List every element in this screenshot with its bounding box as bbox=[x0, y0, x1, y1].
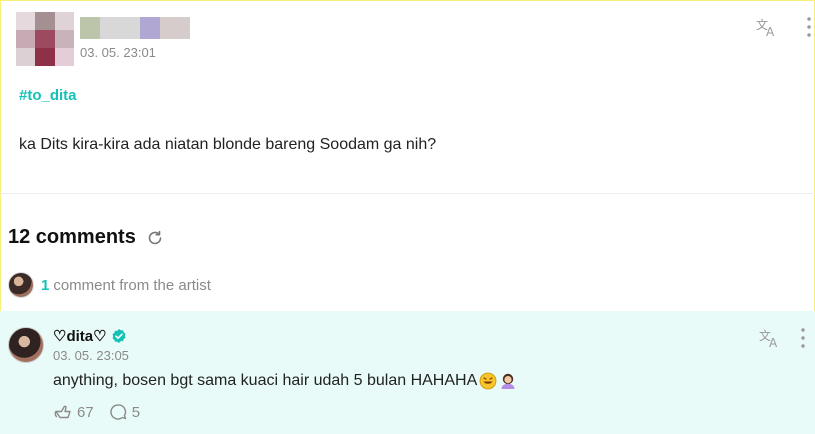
verified-icon bbox=[112, 329, 126, 343]
person-emoji-icon bbox=[501, 373, 515, 389]
comments-header: 12 comments bbox=[8, 226, 164, 249]
artist-comment-count: 1 bbox=[41, 276, 50, 294]
post-date: 03. 05. 23:01 bbox=[80, 45, 156, 60]
translate-icon[interactable]: 文 A bbox=[758, 327, 782, 349]
artist-comment-label: 1 comment from the artist bbox=[41, 277, 211, 294]
artist-comments-filter[interactable]: 1 comment from the artist bbox=[8, 272, 211, 298]
commenter-name[interactable]: ♡dita♡ bbox=[53, 327, 107, 345]
refresh-icon[interactable] bbox=[146, 229, 164, 247]
translate-icon[interactable]: 文 A bbox=[755, 16, 779, 38]
commenter-avatar[interactable] bbox=[8, 327, 44, 363]
more-vertical-icon[interactable] bbox=[799, 327, 807, 349]
author-name-redacted[interactable] bbox=[80, 17, 190, 39]
reply-button[interactable]: 5 bbox=[108, 402, 140, 422]
post-card: 03. 05. 23:01 文 A #to_dita ka Dits kira-… bbox=[0, 0, 815, 194]
more-vertical-icon[interactable] bbox=[805, 16, 813, 38]
comments-count-title: 12 comments bbox=[8, 226, 136, 248]
like-icon bbox=[54, 405, 71, 419]
commenter-name-row: ♡dita♡ bbox=[53, 327, 127, 345]
author-avatar[interactable] bbox=[16, 12, 74, 66]
rofl-emoji-icon bbox=[479, 372, 497, 390]
svg-text:A: A bbox=[769, 336, 778, 349]
reply-icon bbox=[109, 404, 126, 420]
comment-body: anything, bosen bgt sama kuaci hair udah… bbox=[53, 372, 517, 390]
like-count: 67 bbox=[77, 403, 94, 421]
reply-count: 5 bbox=[131, 403, 141, 421]
comment-date: 03. 05. 23:05 bbox=[53, 348, 129, 363]
svg-text:A: A bbox=[766, 25, 775, 38]
artist-comment: ♡dita♡ 03. 05. 23:05 文 A anything, bosen… bbox=[0, 311, 815, 434]
comment-text: anything, bosen bgt sama kuaci hair udah… bbox=[53, 372, 478, 389]
artist-avatar bbox=[8, 272, 34, 298]
comment-actions: 67 5 bbox=[53, 402, 154, 422]
like-button[interactable]: 67 bbox=[53, 402, 94, 422]
artist-comment-text: comment from the artist bbox=[53, 276, 211, 294]
post-hashtag[interactable]: #to_dita bbox=[19, 87, 77, 104]
post-body: ka Dits kira-kira ada niatan blonde bare… bbox=[19, 136, 437, 153]
